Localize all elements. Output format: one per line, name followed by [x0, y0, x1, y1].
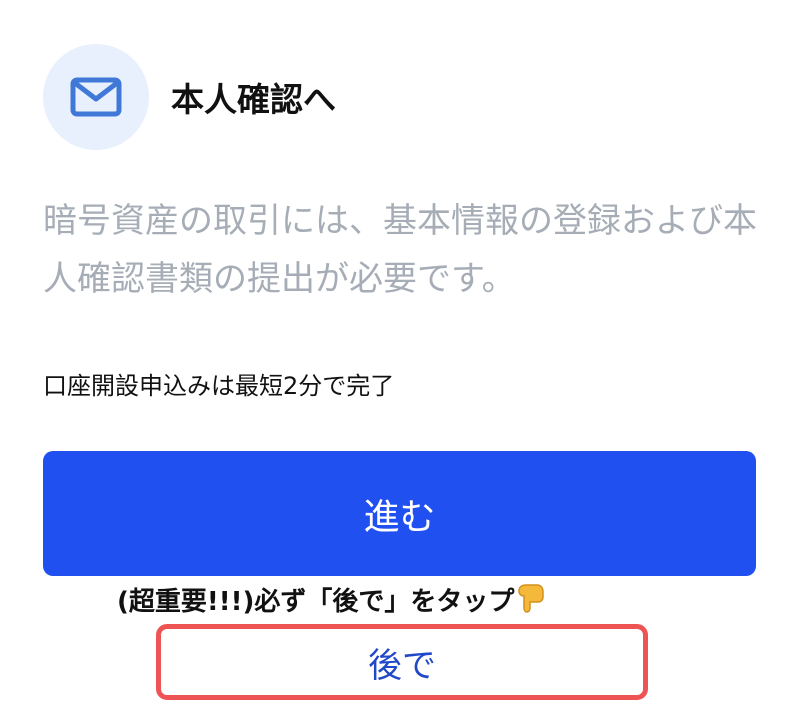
later-highlight-frame: 後で: [156, 624, 648, 700]
later-button[interactable]: 後で: [368, 638, 436, 687]
description-text: 暗号資産の取引には、基本情報の登録および本人確認書類の提出が必要です。: [43, 201, 757, 299]
icon-circle: [43, 44, 149, 150]
annotation: (超重要!!!)必ず「後で」をタップ: [117, 582, 546, 621]
page-title: 本人確認へ: [171, 80, 336, 119]
pointing-down-icon: [518, 584, 545, 613]
identity-verification-screen: 本人確認へ 暗号資産の取引には、基本情報の登録および本人確認書類の提出が必要です…: [0, 0, 804, 721]
proceed-button[interactable]: 進む: [43, 451, 756, 576]
mail-icon: [70, 77, 122, 117]
note-text: 口座開設申込みは最短2分で完了: [43, 372, 395, 400]
header: 本人確認へ: [43, 44, 336, 150]
annotation-text: (超重要!!!)必ず「後で」をタップ: [117, 587, 515, 617]
